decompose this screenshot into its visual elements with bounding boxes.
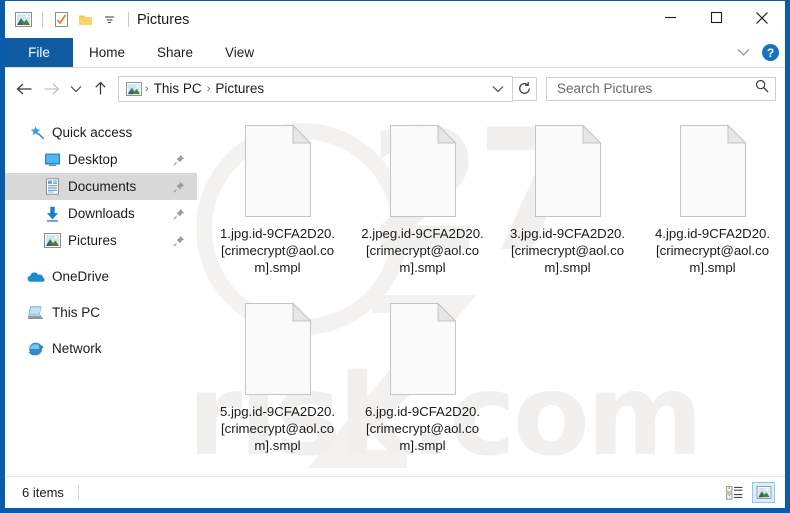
tab-share[interactable]: Share	[141, 38, 209, 67]
forward-button[interactable]	[38, 75, 65, 103]
blank-file-icon	[386, 301, 460, 397]
file-name-label: 3.jpg.id-9CFA2D20.[crimecrypt@aol.com].s…	[509, 226, 626, 275]
file-item[interactable]: 4.jpg.id-9CFA2D20.[crimecrypt@aol.com].s…	[640, 117, 785, 295]
pin-icon[interactable]	[173, 181, 185, 193]
quick-access-toolbar	[14, 10, 133, 29]
explorer-body: Quick access Desktop Documents Downloads…	[5, 109, 785, 476]
file-item[interactable]: 6.jpg.id-9CFA2D20.[crimecrypt@aol.com].s…	[350, 295, 495, 473]
pictures-icon	[124, 81, 144, 96]
documents-icon	[43, 178, 61, 196]
properties-icon[interactable]	[52, 10, 71, 29]
sidebar-item-label: Downloads	[68, 205, 135, 221]
address-bar-row: › This PC › Pictures	[5, 68, 785, 109]
sidebar-item-downloads[interactable]: Downloads	[5, 200, 197, 227]
ribbon-tabs: File Home Share View ?	[5, 38, 785, 68]
maximize-button[interactable]	[693, 1, 739, 34]
onedrive-icon	[27, 268, 45, 286]
address-bar[interactable]: › This PC › Pictures	[118, 75, 513, 102]
file-name-label: 6.jpg.id-9CFA2D20.[crimecrypt@aol.com].s…	[364, 404, 481, 453]
blank-file-icon	[386, 123, 460, 219]
navigation-pane: Quick access Desktop Documents Downloads…	[5, 109, 197, 476]
status-divider	[77, 485, 79, 500]
sidebar-item-network[interactable]: Network	[5, 335, 197, 362]
file-grid: 1.jpg.id-9CFA2D20.[crimecrypt@aol.com].s…	[197, 109, 785, 473]
tab-home[interactable]: Home	[73, 38, 141, 67]
new-folder-icon[interactable]	[76, 10, 95, 29]
pictures-icon	[43, 232, 61, 250]
file-item[interactable]: 1.jpg.id-9CFA2D20.[crimecrypt@aol.com].s…	[205, 117, 350, 295]
blank-file-icon	[241, 301, 315, 397]
file-item[interactable]: 5.jpg.id-9CFA2D20.[crimecrypt@aol.com].s…	[205, 295, 350, 473]
sidebar-item-label: Pictures	[68, 232, 117, 248]
item-count-label: 6 items	[22, 485, 64, 500]
file-name-label: 4.jpg.id-9CFA2D20.[crimecrypt@aol.com].s…	[654, 226, 771, 275]
refresh-button[interactable]	[513, 76, 537, 101]
this-pc-icon	[27, 304, 45, 322]
ribbon-right-controls: ?	[734, 38, 779, 67]
recent-locations-button[interactable]	[65, 75, 87, 103]
help-button[interactable]: ?	[762, 44, 779, 61]
sidebar-item-documents[interactable]: Documents	[5, 173, 197, 200]
breadcrumb-this-pc[interactable]: This PC	[150, 81, 206, 96]
sidebar-item-label: Quick access	[52, 124, 133, 140]
title-bar: Pictures	[5, 1, 785, 38]
sidebar-item-label: OneDrive	[52, 268, 110, 284]
back-button[interactable]	[11, 75, 38, 103]
tab-view[interactable]: View	[209, 38, 270, 67]
star-pin-icon	[27, 124, 45, 142]
tab-file[interactable]: File	[5, 38, 73, 67]
sidebar-item-label: Desktop	[68, 151, 118, 167]
qat-divider-2	[128, 12, 129, 27]
customize-qat-icon[interactable]	[100, 10, 119, 29]
window-controls	[647, 1, 785, 34]
sidebar-item-this-pc[interactable]: This PC	[5, 299, 197, 326]
sidebar-item-pictures[interactable]: Pictures	[5, 227, 197, 254]
sidebar-item-desktop[interactable]: Desktop	[5, 146, 197, 173]
search-icon[interactable]	[755, 79, 769, 98]
file-name-label: 1.jpg.id-9CFA2D20.[crimecrypt@aol.com].s…	[219, 226, 336, 275]
downloads-icon	[43, 205, 61, 223]
blank-file-icon	[241, 123, 315, 219]
pin-icon[interactable]	[173, 208, 185, 220]
chevron-down-icon[interactable]	[486, 85, 510, 93]
pictures-icon[interactable]	[14, 10, 33, 29]
blank-file-icon	[676, 123, 750, 219]
file-item[interactable]: 2.jpeg.id-9CFA2D20.[crimecrypt@aol.com].…	[350, 117, 495, 295]
network-icon	[27, 340, 45, 358]
status-bar: 6 items	[5, 476, 785, 508]
sidebar-item-onedrive[interactable]: OneDrive	[5, 263, 197, 290]
up-button[interactable]	[87, 75, 114, 103]
sidebar-item-label: This PC	[52, 304, 101, 320]
file-item[interactable]: 3.jpg.id-9CFA2D20.[crimecrypt@aol.com].s…	[495, 117, 640, 295]
sidebar-item-quick-access[interactable]: Quick access	[5, 119, 197, 146]
explorer-window: Pictures File Home Share View ? › This P…	[0, 0, 790, 513]
pin-icon[interactable]	[173, 154, 185, 166]
blank-file-icon	[531, 123, 605, 219]
file-list-area[interactable]: 27 risk.com 1.jpg.id-9CFA2D20.[crimecryp…	[197, 109, 785, 476]
sidebar-item-label: Documents	[68, 178, 137, 194]
search-input[interactable]	[555, 80, 755, 97]
details-view-button[interactable]	[723, 482, 746, 503]
file-name-label: 5.jpg.id-9CFA2D20.[crimecrypt@aol.com].s…	[219, 404, 336, 453]
chevron-down-icon[interactable]	[734, 44, 752, 62]
file-name-label: 2.jpeg.id-9CFA2D20.[crimecrypt@aol.com].…	[361, 226, 484, 275]
desktop-icon	[43, 151, 61, 169]
window-title: Pictures	[137, 11, 190, 28]
sidebar-item-label: Network	[52, 340, 102, 356]
close-button[interactable]	[739, 1, 785, 34]
qat-divider-1	[42, 12, 43, 27]
search-box[interactable]	[546, 76, 776, 101]
pin-icon[interactable]	[173, 235, 185, 247]
view-toggle-group	[723, 477, 775, 508]
breadcrumb-pictures[interactable]: Pictures	[211, 81, 268, 96]
large-icons-view-button[interactable]	[752, 482, 775, 503]
minimize-button[interactable]	[647, 1, 693, 34]
